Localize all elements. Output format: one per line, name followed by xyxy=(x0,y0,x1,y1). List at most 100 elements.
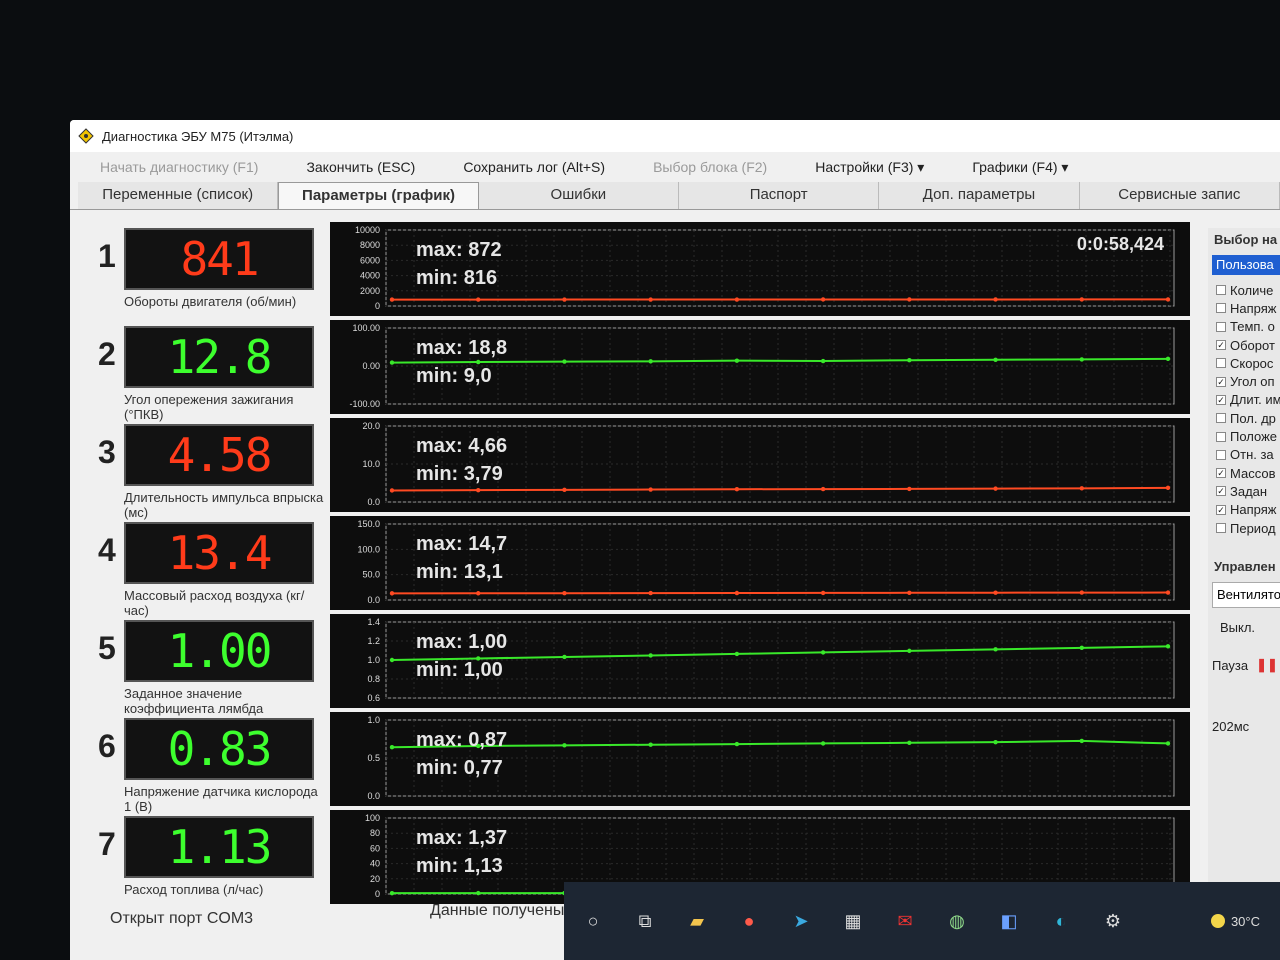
param-number: 5 xyxy=(98,630,116,666)
checkbox-label: Темп. о xyxy=(1230,319,1275,335)
tick-label: 0 xyxy=(375,301,380,311)
tick-label: 0.6 xyxy=(367,693,380,703)
data-point xyxy=(734,358,740,363)
tick-label: 0.5 xyxy=(367,753,380,763)
folder-icon[interactable]: ▰ xyxy=(684,908,710,934)
checkbox-label: Период xyxy=(1230,520,1276,536)
menu-item-1[interactable]: Закончить (ESC) xyxy=(306,159,415,175)
menu-item-2[interactable]: Сохранить лог (Alt+S) xyxy=(463,159,605,175)
tick-label: 6000 xyxy=(360,255,380,265)
checkbox[interactable] xyxy=(1216,523,1226,533)
tab-2[interactable]: Ошибки xyxy=(478,182,680,209)
checkbox[interactable]: ✓ xyxy=(1216,468,1226,479)
data-point xyxy=(562,743,567,748)
task-view-icon[interactable]: ⧉ xyxy=(632,908,658,934)
min-label: min: 816 xyxy=(416,267,497,289)
chat-icon[interactable]: ✉ xyxy=(892,908,918,934)
checkbox[interactable] xyxy=(1216,431,1226,442)
data-point xyxy=(820,486,826,492)
data-point xyxy=(907,486,912,492)
checkbox[interactable] xyxy=(1216,321,1226,332)
param-checkbox-item[interactable]: Отн. за xyxy=(1208,446,1280,464)
data-point xyxy=(1079,645,1084,651)
data-point xyxy=(648,653,653,658)
param-checkbox-item[interactable]: Количе xyxy=(1208,281,1280,299)
graph-svg: 20.0 10.0 0.0 max: 4,66 min: 3,79 xyxy=(362,421,1175,507)
param-number: 2 xyxy=(98,336,116,372)
search-circle-icon[interactable]: ○ xyxy=(580,908,606,934)
checkbox[interactable]: ✓ xyxy=(1216,486,1226,497)
globe-icon[interactable]: ◍ xyxy=(944,908,970,934)
param-checkbox-item[interactable]: Напряж xyxy=(1208,299,1280,317)
tick-label: 8000 xyxy=(360,240,380,250)
tab-1[interactable]: Параметры (график) xyxy=(278,182,479,209)
tab-3[interactable]: Паспорт xyxy=(679,182,880,209)
checkbox[interactable] xyxy=(1216,358,1226,369)
fan-off-button[interactable]: Выкл. xyxy=(1212,616,1280,639)
param-graph: 1.0 0.5 0.0 max: 0,87 min: 0,77 xyxy=(330,712,1190,806)
checkbox[interactable]: ✓ xyxy=(1216,340,1226,351)
param-checkbox-item[interactable]: ✓ Напряж xyxy=(1208,501,1280,519)
tick-label: 0.8 xyxy=(367,674,380,684)
pause-label: Пауза xyxy=(1212,657,1249,673)
graph-svg: 1.4 1.2 1.0 0.8 0.6 max: 1,00 min: 1,00 xyxy=(367,617,1175,703)
checkbox-label: Пол. др xyxy=(1230,410,1276,426)
tick-label: 1.0 xyxy=(367,655,380,665)
param-checkbox-item[interactable]: ✓ Массов xyxy=(1208,464,1280,482)
max-label: max: 4,66 xyxy=(416,435,507,457)
param-checkbox-item[interactable]: Скорос xyxy=(1208,354,1280,372)
checkbox[interactable]: ✓ xyxy=(1216,504,1226,515)
graph-svg: 100.00 0.00 -100.00 max: 18,8 min: 9,0 xyxy=(349,323,1175,409)
browser-icon[interactable]: ● xyxy=(736,908,762,934)
tick-label: 50.0 xyxy=(362,570,380,580)
max-label: max: 0,87 xyxy=(416,729,507,751)
param-graph: 1.4 1.2 1.0 0.8 0.6 max: 1,00 min: 1,00 xyxy=(330,614,1190,708)
param-checkbox-item[interactable]: Положе xyxy=(1208,427,1280,445)
checkbox[interactable] xyxy=(1216,303,1226,314)
data-point xyxy=(993,590,998,595)
fan-select[interactable]: Вентилято xyxy=(1212,582,1280,609)
checkbox[interactable]: ✓ xyxy=(1216,376,1226,387)
checkbox[interactable] xyxy=(1216,285,1226,296)
param-checkbox-item[interactable]: ✓ Задан xyxy=(1208,482,1280,500)
tab-0[interactable]: Переменные (список) xyxy=(78,182,279,209)
diag-app-icon[interactable]: ⚙ xyxy=(1100,908,1126,934)
data-point xyxy=(562,297,567,302)
checkbox-label: Положе xyxy=(1230,429,1278,445)
data-point xyxy=(1165,741,1171,746)
series-line xyxy=(391,357,1169,364)
menu-item-5[interactable]: Графики (F4) ▾ xyxy=(972,159,1068,176)
pause-button[interactable]: Пауза ❚❚ xyxy=(1212,657,1280,673)
param-checkbox-item[interactable]: Темп. о xyxy=(1208,318,1280,336)
data-point xyxy=(907,590,912,596)
app-icon[interactable]: ▦ xyxy=(840,908,866,934)
menu-item-4[interactable]: Настройки (F3) ▾ xyxy=(815,159,924,176)
data-point xyxy=(562,654,567,660)
telegram-icon[interactable]: ➤ xyxy=(788,908,814,934)
checkbox[interactable]: ✓ xyxy=(1216,394,1226,405)
profile-select[interactable]: Пользова xyxy=(1212,255,1280,275)
param-checkbox-item[interactable]: ✓ Длит. им xyxy=(1208,391,1280,409)
param-checkbox-item[interactable]: ✓ Оборот xyxy=(1208,336,1280,354)
menu-item-3[interactable]: Выбор блока (F2) xyxy=(653,159,767,175)
param-checkbox-item[interactable]: Пол. др xyxy=(1208,409,1280,427)
tab-5[interactable]: Сервисные запис xyxy=(1079,182,1280,209)
menu-item-0[interactable]: Начать диагностику (F1) xyxy=(100,159,258,175)
checkbox[interactable] xyxy=(1216,449,1226,460)
param-checkbox-item[interactable]: ✓ Угол оп xyxy=(1208,372,1280,390)
checkbox-label: Оборот xyxy=(1230,337,1275,353)
checkbox[interactable] xyxy=(1216,413,1226,424)
edge-icon[interactable]: ◐ xyxy=(1048,908,1074,934)
param-checkbox-item[interactable]: Период xyxy=(1208,519,1280,537)
data-point xyxy=(1079,486,1084,491)
min-label: min: 13,1 xyxy=(416,561,503,583)
data-point xyxy=(389,360,395,365)
max-label: max: 1,00 xyxy=(416,631,507,653)
control-section-title: Управлен xyxy=(1214,559,1276,575)
data-point xyxy=(734,487,740,492)
param-display: 12.8 xyxy=(124,326,314,388)
param-checklist: Количе Напряж Темп. о ✓ Оборот Скорос ✓ Угол оп… xyxy=(1208,281,1280,537)
tab-4[interactable]: Доп. параметры xyxy=(879,182,1080,209)
weather-widget[interactable]: 30°C xyxy=(1210,914,1260,929)
media-icon[interactable]: ◧ xyxy=(996,908,1022,934)
